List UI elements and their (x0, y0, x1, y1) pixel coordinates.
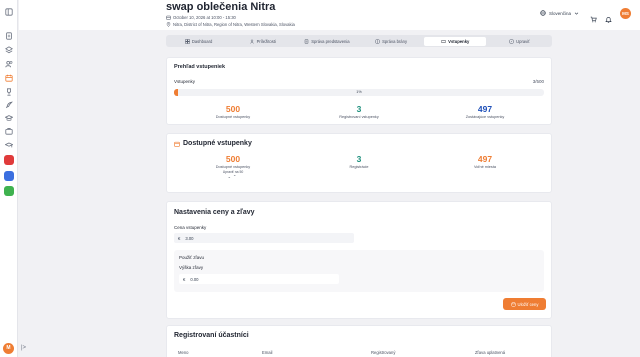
available-tickets-label: Dostupné vstupenky (215, 165, 251, 169)
discount-input[interactable]: € 0.00 (179, 274, 339, 284)
discount-value: 0.00 (190, 276, 199, 282)
available-tickets-value: 500 (225, 154, 241, 164)
sidebar: M (0, 0, 18, 357)
calendar-orange-icon (174, 141, 180, 147)
save-prices-button[interactable]: Uložiť ceny (503, 298, 546, 310)
discount-panel: Použiť zľavu Výška zľavy € 0.00 (174, 250, 544, 292)
language-selector[interactable]: Slovenčina (540, 10, 579, 16)
stat-remaining: 497 Zostávajúce vstupenky (430, 104, 540, 119)
discount-amount-label: Výška zľavy (179, 265, 204, 270)
stat-registered: 3 Registrovaní vstupenky (304, 104, 414, 119)
available-stat-free: 497 Voľné miesta (430, 154, 540, 169)
globe-icon (540, 10, 546, 16)
price-input[interactable]: € 3.00 (174, 233, 354, 243)
stat-remaining-value: 497 (477, 104, 493, 114)
free-places-label: Voľné miesta (473, 165, 496, 169)
column-header-registered[interactable]: Registrovaný (371, 350, 395, 355)
tab-edit[interactable]: Upraviť (488, 37, 550, 46)
price-value: 3.00 (185, 235, 194, 241)
save-icon (511, 302, 516, 306)
available-tickets-card: Dostupné vstupenky 500 Dostupné vstupenk… (166, 133, 552, 193)
participants-title: Registrovaní účastníci (174, 332, 249, 339)
graduation-cap-icon[interactable] (5, 114, 13, 122)
tab-dashboard[interactable]: Dashboard (168, 37, 230, 46)
map-pin-icon (166, 22, 171, 27)
users-icon (249, 39, 254, 44)
bell-icon[interactable] (605, 10, 612, 23)
stat-registered-label: Registrovaní vstupenky (339, 115, 379, 119)
layers-icon[interactable] (5, 46, 13, 54)
tab-performance[interactable]: Správa predstavenia (296, 37, 358, 46)
document-icon (304, 38, 309, 44)
trophy-icon[interactable] (5, 88, 13, 96)
app-blue-icon[interactable] (4, 171, 14, 181)
stepper-chevrons-icon[interactable]: ⌄⌃ (178, 174, 288, 179)
participants-card: Registrovaní účastníci Meno Email Regist… (166, 325, 552, 357)
event-datetime: October 10, 2026 at 10:00 - 15:30 (166, 15, 236, 20)
edit-icon (509, 39, 514, 43)
price-label: Cena vstupenky (174, 225, 207, 230)
pricing-title: Nastavenia ceny a zľavy (174, 209, 255, 216)
calendar-small-icon (166, 15, 171, 20)
dashboard-icon (185, 38, 190, 44)
tab-gate[interactable]: Správa brány (360, 37, 422, 46)
discount-toggle-label[interactable]: Použiť zľavu (179, 255, 204, 260)
stat-remaining-label: Zostávajúce vstupenky (465, 115, 505, 119)
tab-bar: Dashboard Príležitosti Správa predstaven… (166, 35, 552, 47)
tickets-progress-percent: 1% (356, 90, 362, 94)
rocket-icon[interactable] (5, 101, 13, 109)
event-location: Nitra, District of Nitra, Region of Nitr… (166, 22, 295, 27)
stat-registered-value: 3 (356, 104, 362, 114)
app-red-icon[interactable] (4, 155, 14, 165)
column-header-name[interactable]: Meno (178, 350, 188, 355)
gate-icon (375, 39, 380, 43)
tab-tickets[interactable]: Vstupenky (424, 36, 487, 46)
column-header-email[interactable]: Email (262, 350, 272, 355)
available-title: Dostupné vstupenky (174, 140, 252, 147)
pages-icon[interactable] (5, 32, 13, 40)
discount-currency-symbol: € (183, 276, 186, 282)
column-header-discount[interactable]: Zľava uplatnená (475, 350, 505, 355)
ticket-icon (441, 39, 446, 43)
stat-available-label: Dostupné vstupenky (215, 115, 251, 119)
tickets-bar-count: 3/500 (532, 79, 544, 84)
user-avatar[interactable]: MS (620, 8, 631, 19)
registrations-value: 3 (356, 154, 362, 164)
currency-symbol: € (178, 235, 181, 241)
sidebar-avatar[interactable]: M (3, 343, 14, 354)
cap-icon[interactable] (5, 141, 13, 149)
calendar-icon[interactable] (5, 74, 13, 82)
sidebar-toggle-icon[interactable] (5, 8, 13, 16)
available-stat-registrations: 3 Registrácie (304, 154, 414, 169)
page-title: swap oblečenia Nitra (166, 1, 276, 13)
tab-opportunities[interactable]: Príležitosti (232, 37, 294, 46)
free-places-value: 497 (477, 154, 493, 164)
overview-title: Prehľad vstupeniek (174, 64, 226, 70)
app-green-icon[interactable] (4, 186, 14, 196)
expand-sidebar-icon[interactable]: |> (21, 345, 26, 351)
pricing-card: Nastavenia ceny a zľavy Cena vstupenky €… (166, 201, 552, 319)
users-icon[interactable] (5, 60, 13, 68)
available-stat-tickets: 500 Dostupné vstupenky Upraviť na 50 ⌄⌃ (178, 154, 288, 179)
briefcase-icon[interactable] (5, 127, 13, 135)
ticket-overview-card: Prehľad vstupeniek Vstupenky 3/500 1% 50… (166, 57, 552, 125)
registrations-label: Registrácie (349, 165, 369, 169)
tickets-bar-label: Vstupenky (174, 79, 196, 84)
tickets-progress-bar: 1% (174, 89, 544, 96)
stat-available-value: 500 (225, 104, 241, 114)
cart-icon[interactable] (590, 10, 597, 23)
chevron-down-icon (574, 12, 579, 15)
stat-available: 500 Dostupné vstupenky (178, 104, 288, 119)
